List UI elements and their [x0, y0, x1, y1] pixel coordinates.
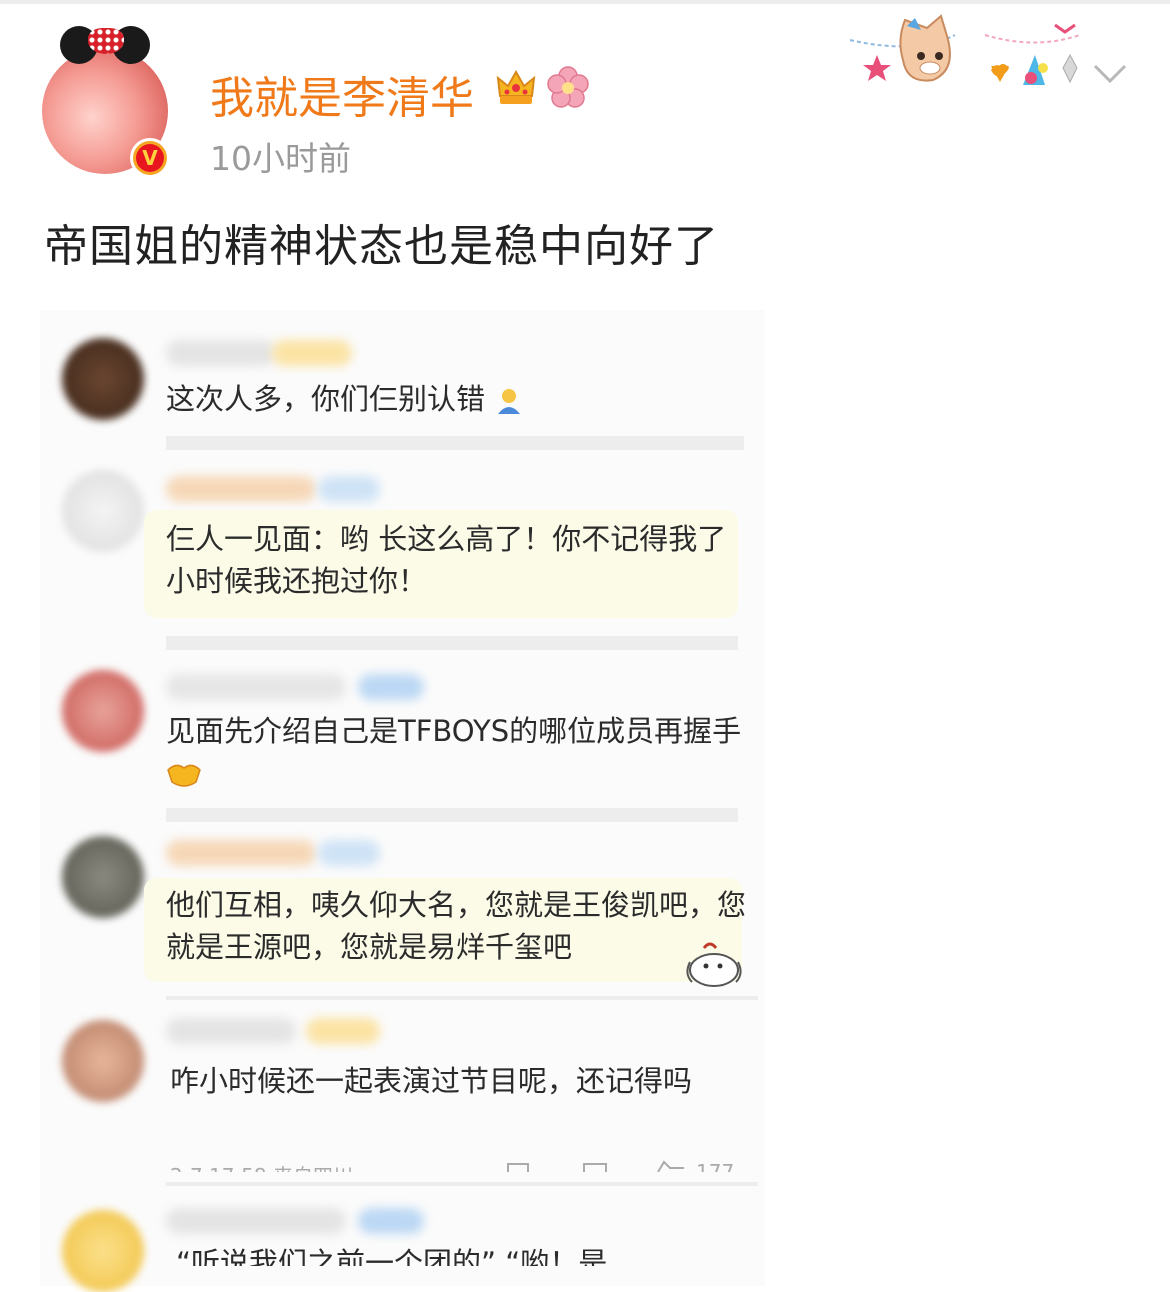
comment-text: 见面先介绍自己是TFBOYS的哪位成员再握手: [166, 710, 746, 794]
comment-icon[interactable]: [582, 1162, 608, 1172]
comment-avatar: [62, 338, 144, 420]
post-time: 10小时前: [210, 139, 351, 178]
comment-divider: [166, 1182, 758, 1186]
top-divider: [0, 0, 1170, 4]
flower-icon: [547, 66, 589, 108]
comment-username: [166, 1018, 296, 1044]
comment-username: [166, 674, 346, 700]
verified-badge-icon: V: [130, 138, 170, 178]
comment-text: 他们互相，咦久仰大名，您就是王俊凯吧，您就是王源吧，您就是易烊千玺吧: [166, 888, 747, 964]
comment-user-tag: [318, 476, 380, 502]
comment-username: [166, 840, 316, 866]
comment-divider: [166, 808, 738, 822]
chevron-down-icon[interactable]: [1092, 60, 1128, 88]
comment-divider: [166, 996, 758, 1000]
comment-username: [166, 1208, 346, 1234]
comment-user-tag: [358, 1208, 424, 1234]
comment-username: [166, 476, 316, 502]
username[interactable]: 我就是李清华: [210, 62, 474, 126]
like-icon[interactable]: [656, 1160, 686, 1172]
dog-sticker: [686, 942, 742, 987]
comment-avatar: [62, 1210, 144, 1292]
share-icon[interactable]: [506, 1162, 532, 1172]
comment-user-tag: [358, 674, 424, 700]
comment-divider: [166, 636, 738, 650]
decoration-banner: [849, 14, 1081, 85]
comment-meta: 2-7 17:58 来自四川: [170, 1160, 353, 1172]
comment-text: “听说我们之前一个团的” “哟！是: [176, 1246, 608, 1266]
comment-text: 咋小时候还一起表演过节目呢，还记得吗: [170, 1064, 693, 1098]
comment-user-tag: [272, 340, 352, 366]
person-emoji: [498, 389, 521, 414]
comment-avatar: [62, 670, 144, 752]
crown-icon: [496, 69, 536, 104]
comment-avatar: [62, 836, 144, 918]
embedded-screenshot[interactable]: 这次人多，你们仨别认错 仨人一见面：哟 长这么高了！你不记得我了小时候我还抱过你…: [40, 310, 765, 1292]
handshake-emoji: [167, 764, 201, 787]
comment-text: 这次人多，你们仨别认错: [166, 378, 746, 420]
post-text: 帝国姐的精神状态也是稳中向好了: [44, 221, 719, 272]
avatar-bow: [88, 28, 124, 54]
comment-text: 仨人一见面：哟 长这么高了！你不记得我了小时候我还抱过你！: [166, 522, 727, 598]
comment-avatar: [62, 470, 144, 552]
comment-avatar: [62, 1020, 144, 1102]
comment-username: [166, 340, 276, 366]
comment-user-tag: [318, 840, 380, 866]
like-count: 177: [696, 1160, 735, 1172]
comment-divider: [166, 436, 744, 450]
comment-user-tag: [306, 1018, 380, 1044]
